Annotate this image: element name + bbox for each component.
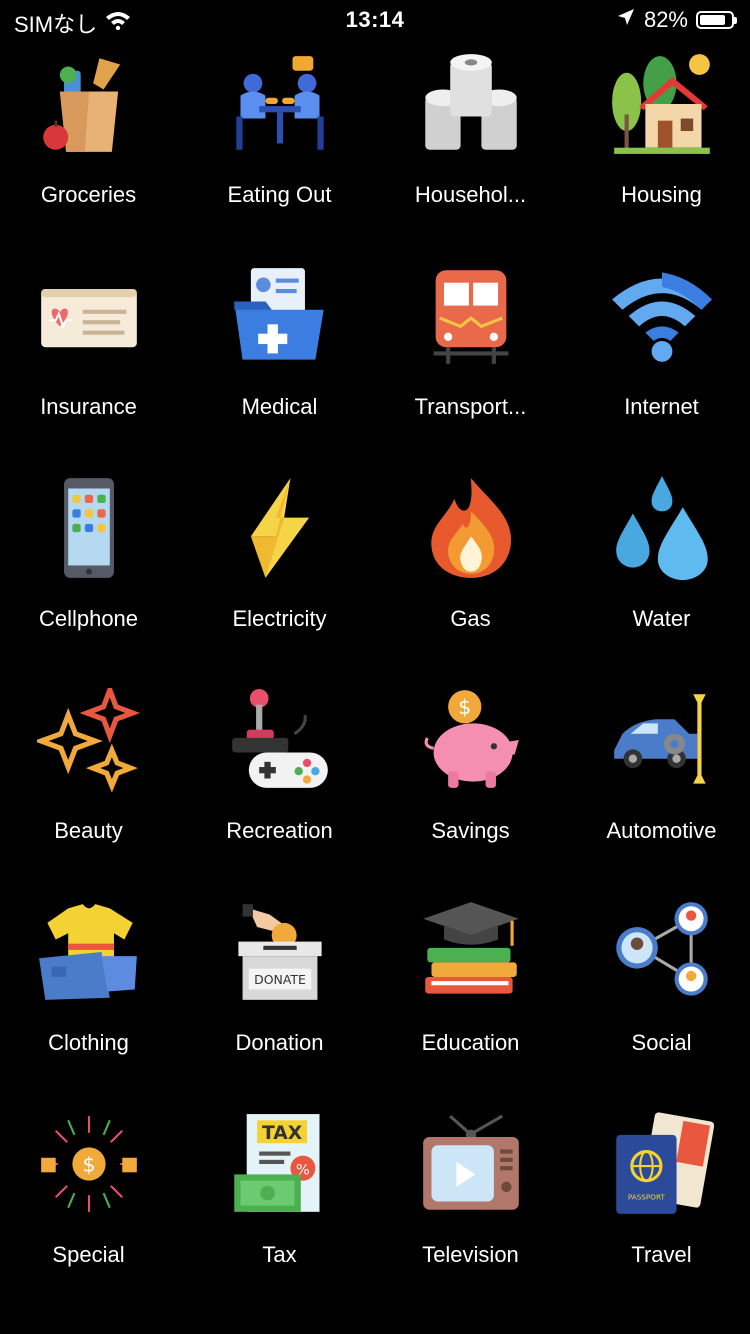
travel-icon: PASSPORT [610, 1112, 714, 1216]
category-label: Donation [235, 1030, 324, 1055]
category-tile-television[interactable]: Television [375, 1110, 566, 1322]
category-label: Internet [624, 394, 699, 419]
cellphone-icon [37, 476, 141, 580]
category-label: Special [52, 1242, 125, 1267]
automotive-icon [610, 688, 714, 792]
category-tile-electricity[interactable]: Electricity [184, 474, 375, 686]
svg-text:$: $ [82, 1152, 95, 1176]
category-label: Gas [450, 606, 491, 631]
insurance-icon [37, 264, 141, 368]
category-tile-special[interactable]: $ Special [0, 1110, 184, 1322]
category-label: Electricity [232, 606, 327, 631]
category-tile-cellphone[interactable]: Cellphone [0, 474, 184, 686]
svg-text:$: $ [458, 695, 471, 719]
tax-icon: TAX % [228, 1112, 332, 1216]
special-icon: $ [37, 1112, 141, 1216]
category-tile-household[interactable]: Househol... [375, 50, 566, 262]
battery-icon [696, 11, 737, 29]
category-label: Medical [241, 394, 318, 419]
category-label: Transport... [414, 394, 527, 419]
category-label: Clothing [48, 1030, 129, 1055]
category-label: Groceries [40, 182, 137, 207]
category-tile-savings[interactable]: $ Savings [375, 686, 566, 898]
category-tile-social[interactable]: Social [566, 898, 750, 1110]
category-tile-recreation[interactable]: Recreation [184, 686, 375, 898]
status-bar: SIMなし 13:14 82% [0, 0, 750, 40]
category-tile-eating-out[interactable]: Eating Out [184, 50, 375, 262]
education-icon [419, 900, 523, 1004]
category-tile-travel[interactable]: PASSPORT Travel [566, 1110, 750, 1322]
category-tile-medical[interactable]: Medical [184, 262, 375, 474]
water-icon [610, 476, 714, 580]
category-tile-clothing[interactable]: Clothing [0, 898, 184, 1110]
category-label: Social [631, 1030, 692, 1055]
battery-level [700, 15, 725, 25]
transport-icon [419, 264, 523, 368]
category-tile-internet[interactable]: Internet [566, 262, 750, 474]
svg-text:PASSPORT: PASSPORT [627, 1192, 665, 1201]
category-tile-beauty[interactable]: Beauty [0, 686, 184, 898]
internet-icon [610, 264, 714, 368]
category-label: Savings [431, 818, 510, 843]
category-label: Housing [621, 182, 702, 207]
household-icon [419, 52, 523, 156]
category-label: Cellphone [38, 606, 139, 631]
beauty-icon [36, 688, 141, 792]
clothing-icon [37, 900, 141, 1004]
television-icon [419, 1112, 523, 1216]
category-label: Househol... [414, 182, 527, 207]
gas-icon [419, 476, 523, 580]
category-label: Eating Out [227, 182, 332, 207]
savings-icon: $ [419, 688, 523, 792]
donation-icon: DONATE [228, 900, 332, 1004]
category-label: Tax [262, 1242, 297, 1267]
social-icon [610, 900, 714, 1004]
category-tile-groceries[interactable]: Groceries [0, 50, 184, 262]
category-label: Education [421, 1030, 520, 1055]
category-label: Beauty [54, 818, 123, 843]
category-tile-water[interactable]: Water [566, 474, 750, 686]
housing-icon [610, 52, 714, 156]
category-tile-housing[interactable]: Housing [566, 50, 750, 262]
category-label: Television [422, 1242, 519, 1267]
groceries-icon [37, 52, 141, 156]
category-tile-transport[interactable]: Transport... [375, 262, 566, 474]
category-tile-automotive[interactable]: Automotive [566, 686, 750, 898]
category-label: Water [632, 606, 691, 631]
category-tile-education[interactable]: Education [375, 898, 566, 1110]
location-arrow-icon [616, 7, 636, 33]
status-right: 82% [616, 7, 737, 33]
svg-text:DONATE: DONATE [254, 972, 306, 987]
category-label: Automotive [606, 818, 717, 843]
category-label: Recreation [226, 818, 333, 843]
category-tile-insurance[interactable]: Insurance [0, 262, 184, 474]
category-label: Insurance [40, 394, 137, 419]
recreation-icon [228, 688, 332, 792]
category-tile-donation[interactable]: DONATE Donation [184, 898, 375, 1110]
category-tile-tax[interactable]: TAX % Tax [184, 1110, 375, 1322]
battery-percent: 82% [643, 7, 688, 32]
electricity-icon [228, 476, 332, 580]
medical-icon [228, 264, 332, 368]
eating-out-icon [228, 52, 332, 156]
category-tile-gas[interactable]: Gas [375, 474, 566, 686]
svg-text:TAX: TAX [261, 1123, 302, 1144]
category-label: Travel [631, 1242, 692, 1267]
category-grid: Groceries Eating Out Househol... Housing [0, 50, 750, 1322]
